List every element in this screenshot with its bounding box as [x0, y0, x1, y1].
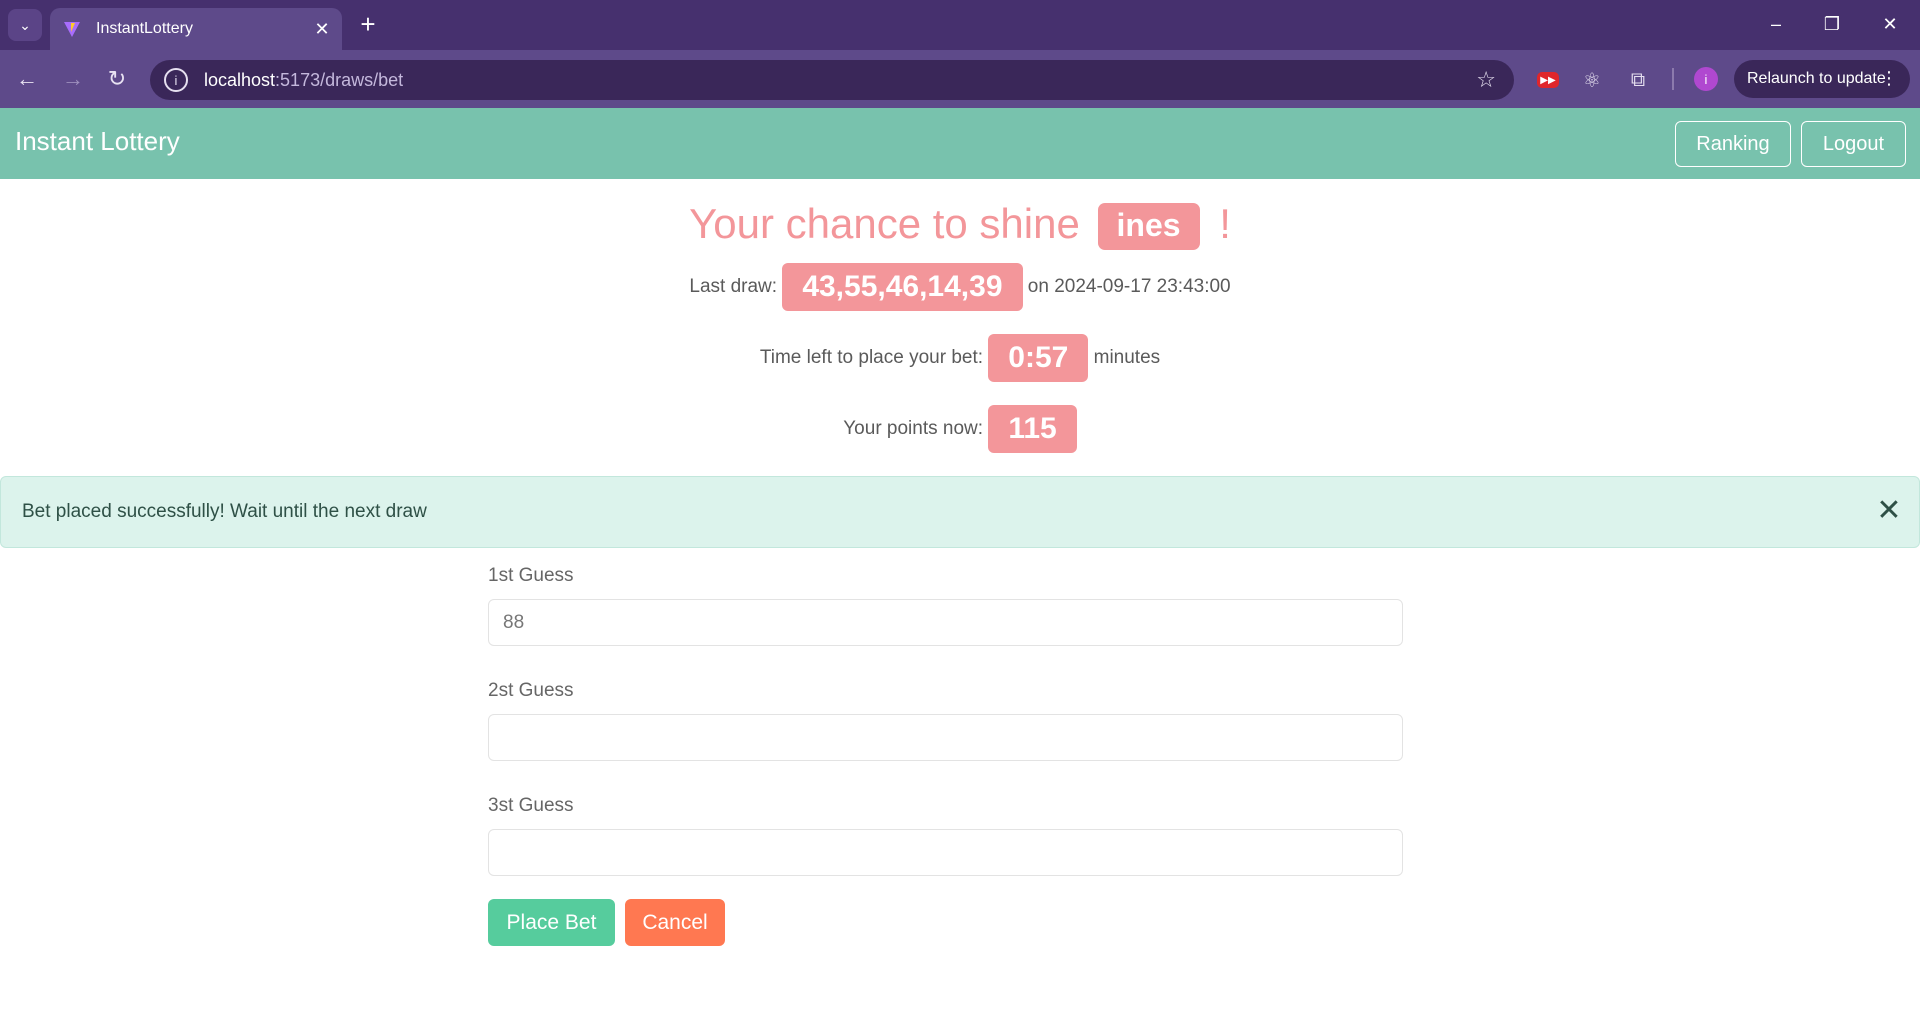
cancel-button[interactable]: Cancel — [625, 899, 725, 946]
url-path: :5173/draws/bet — [275, 69, 404, 90]
restore-icon[interactable]: ❐ — [1812, 8, 1852, 40]
success-alert: Bet placed successfully! Wait until the … — [0, 476, 1920, 548]
timer-unit: minutes — [1093, 347, 1161, 369]
guess3-input[interactable] — [488, 829, 1403, 876]
page-title: Your chance to shine ines ! — [0, 200, 1920, 251]
points-badge: 115 — [988, 405, 1077, 453]
guess2-input[interactable] — [488, 714, 1403, 761]
logout-button[interactable]: Logout — [1801, 121, 1906, 167]
last-draw-numbers-badge: 43,55,46,14,39 — [782, 263, 1023, 311]
toolbar-divider — [1672, 68, 1674, 90]
guess2-label: 2st Guess — [488, 680, 574, 701]
reload-icon[interactable]: ↻ — [100, 62, 134, 96]
alert-close-icon[interactable]: ✕ — [1875, 496, 1903, 526]
timer-row: Time left to place your bet: 0:57 minute… — [0, 334, 1920, 382]
tab-title: InstantLottery — [96, 20, 193, 37]
alert-message: Bet placed successfully! Wait until the … — [22, 501, 427, 522]
browser-tab[interactable]: InstantLottery ✕ — [50, 8, 342, 50]
points-label: Your points now: — [843, 418, 984, 440]
timer-label: Time left to place your bet: — [759, 347, 984, 369]
tab-close-icon[interactable]: ✕ — [308, 19, 336, 40]
last-draw-date: on 2024-09-17 23:43:00 — [1027, 276, 1231, 298]
address-bar[interactable]: i localhost:5173/draws/bet ☆ — [150, 60, 1514, 100]
last-draw-label: Last draw: — [689, 276, 778, 298]
last-draw-row: Last draw: 43,55,46,14,39 on 2024-09-17 … — [0, 263, 1920, 311]
react-devtools-icon[interactable]: ⚛ — [1578, 66, 1606, 94]
url-host: localhost — [204, 69, 276, 90]
profile-avatar[interactable]: i — [1694, 67, 1718, 91]
more-menu-icon[interactable]: ⋮ — [1880, 68, 1898, 89]
minimize-icon[interactable]: – — [1756, 8, 1796, 40]
bet-form: 1st Guess 88 2st Guess 3st Guess Place B… — [488, 565, 1403, 946]
guess3-label: 3st Guess — [488, 795, 574, 816]
new-tab-plus-icon[interactable]: + — [352, 8, 384, 40]
youtube-extension-icon[interactable]: ▶▶ — [1537, 72, 1559, 88]
forward-arrow-icon[interactable]: → — [56, 62, 90, 96]
timer-badge: 0:57 — [988, 334, 1089, 382]
tab-search-chevron-icon[interactable]: ⌄ — [8, 9, 42, 41]
hero-prefix: Your chance to shine — [689, 200, 1080, 247]
back-arrow-icon[interactable]: ← — [10, 62, 44, 96]
points-row: Your points now: 115 — [0, 405, 1920, 453]
place-bet-button[interactable]: Place Bet — [488, 899, 615, 946]
bookmark-star-icon[interactable]: ☆ — [1476, 67, 1496, 93]
browser-toolbar: ← → ↻ i localhost:5173/draws/bet ☆ ▶▶ ⚛ … — [0, 50, 1920, 108]
window-close-icon[interactable]: ✕ — [1870, 8, 1910, 40]
vite-favicon-icon — [64, 22, 80, 37]
app-navbar: Instant Lottery Ranking Logout — [0, 108, 1920, 179]
site-info-icon[interactable]: i — [164, 68, 188, 92]
relaunch-label: Relaunch to update — [1747, 70, 1886, 87]
guess1-input[interactable]: 88 — [488, 599, 1403, 646]
relaunch-button[interactable]: Relaunch to update ⋮ — [1734, 60, 1910, 98]
browser-tab-bar: ⌄ InstantLottery ✕ + – ❐ ✕ — [0, 0, 1920, 50]
ranking-button[interactable]: Ranking — [1675, 121, 1791, 167]
guess1-label: 1st Guess — [488, 565, 574, 586]
username-badge: ines — [1097, 203, 1200, 251]
extensions-puzzle-icon[interactable]: ⧉ — [1624, 66, 1652, 94]
brand-title[interactable]: Instant Lottery — [15, 126, 180, 157]
hero-suffix: ! — [1219, 200, 1231, 247]
